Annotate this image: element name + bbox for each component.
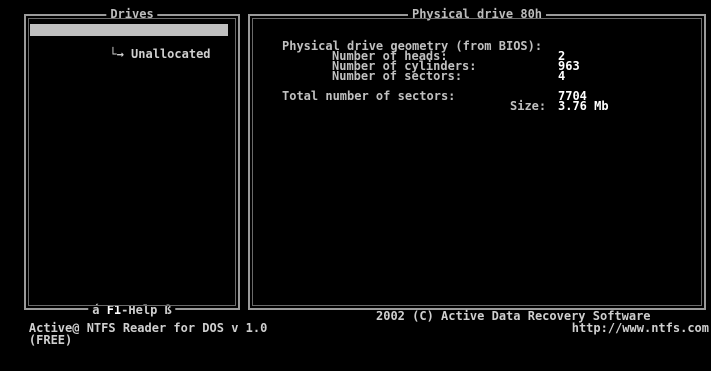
sectors-label: Number of sectors: (332, 69, 463, 83)
edition-text: (FREE) (28, 333, 73, 347)
website-url: http://www.ntfs.com (571, 321, 709, 335)
partition-item-unallocated[interactable]: └→ Unallocated (66, 36, 211, 72)
size-value: 3.76 Mb (558, 99, 609, 113)
partition-item-label: Unallocated (131, 47, 211, 61)
drive-info-panel: Physical drive 80h Physical drive geomet… (248, 8, 706, 310)
drive-item-hdd-80h[interactable]: HDD 80h (30, 24, 228, 48)
drives-panel-title: Drives (106, 8, 158, 20)
info-panel-title: Physical drive 80h (407, 8, 547, 20)
size-label: Size: (510, 99, 547, 113)
sectors-value: 4 (558, 69, 566, 83)
dos-screen: Drives HDD 80h └→ Unallocated á F1-Help … (0, 0, 711, 346)
total-sectors-label: Total number of sectors: (282, 89, 456, 103)
drives-panel: Drives HDD 80h └→ Unallocated á F1-Help … (24, 8, 240, 316)
tree-branch-arrow-icon: └→ (109, 47, 132, 61)
status-line-2: (FREE) http://www.ntfs.com (0, 321, 711, 346)
